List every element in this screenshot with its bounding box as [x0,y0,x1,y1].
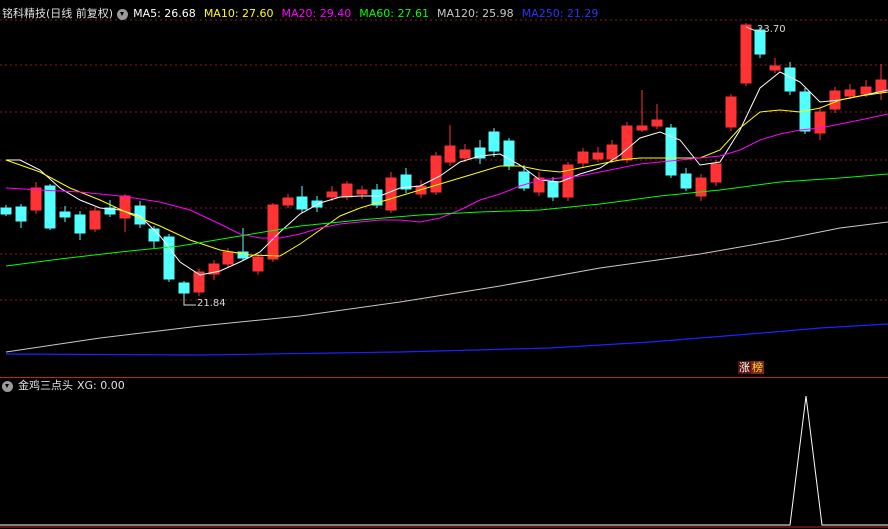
candle-up [222,251,234,265]
xg-signal-line [0,395,888,526]
candle-up [769,65,781,71]
indicator-legend: 金鸡三点头 XG: 0.00 [2,378,133,394]
candle-down [547,181,559,198]
candle-up [385,177,397,211]
candle-down [784,67,796,92]
candle-down [503,140,515,167]
rise-rank-badge[interactable]: 涨榜 [736,361,766,375]
ma20-label: MA20: 29.40 [281,7,352,20]
dropdown-icon[interactable] [2,380,13,392]
high-price-label: 23.70 [757,24,786,35]
dropdown-icon[interactable] [117,8,129,20]
candle-down [178,282,190,294]
candle-up [860,86,872,95]
ma250-line [5,323,888,356]
candle-up [592,152,604,160]
candle-up [621,125,633,161]
candle-up [341,183,353,198]
candle-down [488,131,500,152]
candle-down [44,185,56,229]
candle-up [725,96,737,128]
candle-up [577,151,589,164]
ma5-label: MA5: 26.68 [133,7,196,20]
candle-up [695,177,707,197]
candle-up [844,89,856,97]
ma250-label: MA250: 21.29 [521,7,599,20]
candle-down [74,214,86,234]
candle-up [252,256,264,272]
ma10-line [5,91,888,257]
candle-up [710,163,722,183]
candle-up [356,189,368,195]
candle-up [30,187,42,211]
main-chart-panel[interactable]: 铭科精技(日线 前复权) MA5: 26.68 MA10: 27.60 MA20… [0,0,888,378]
ma10-label: MA10: 27.60 [203,7,274,20]
ma120-label: MA120: 25.98 [436,7,514,20]
badge-char-rise: 涨 [738,361,751,374]
candle-up [444,145,456,163]
stock-title: 铭科精技(日线 前复权) [2,7,114,20]
ma60-label: MA60: 27.61 [359,7,429,20]
candle-down [680,173,692,189]
candle-up [282,197,294,206]
candle-up [740,24,752,84]
indicator-chart[interactable] [0,378,888,529]
main-legend: 铭科精技(日线 前复权) MA5: 26.68 MA10: 27.60 MA20… [2,6,606,22]
indicator-panel[interactable]: 金鸡三点头 XG: 0.00 [0,378,888,529]
candle-down [296,196,308,210]
indicator-title: 金鸡三点头 [18,379,73,392]
candlestick-chart[interactable] [0,0,888,377]
candle-up [651,119,663,127]
candle-up [459,149,471,159]
low-price-label: 21.84 [197,298,226,309]
candle-up [606,144,618,160]
candle-up [326,191,338,198]
candle-down [15,206,27,222]
candle-up [119,195,131,219]
candle-up [875,79,887,93]
xg-value-label: XG: 0.00 [77,379,125,392]
ma120-line [5,221,888,353]
candle-up [636,125,648,131]
candle-down [148,228,160,242]
candle-up [89,210,101,230]
candle-up [814,111,826,134]
candle-down [0,207,12,215]
candle-up [267,204,279,260]
candle-down [59,211,71,218]
badge-char-rank: 榜 [751,361,764,374]
